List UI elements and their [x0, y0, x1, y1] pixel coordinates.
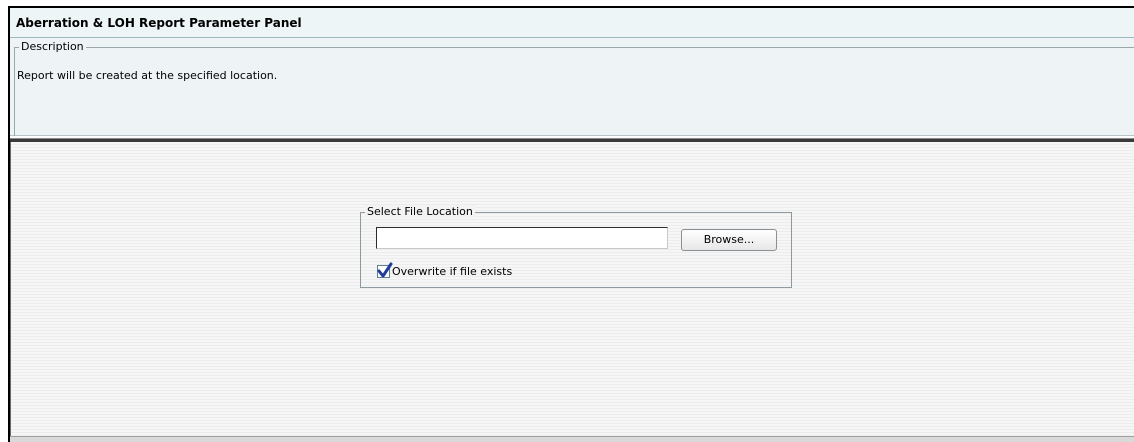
overwrite-label[interactable]: Overwrite if file exists	[392, 265, 512, 278]
check-icon	[377, 262, 393, 277]
select-file-location-group: Select File Location Browse... Overwrite…	[360, 205, 792, 288]
overwrite-checkbox[interactable]	[377, 262, 393, 278]
browse-button[interactable]: Browse...	[681, 229, 777, 251]
description-legend: Description	[19, 40, 86, 53]
report-parameter-window: Aberration & LOH Report Parameter Panel …	[0, 0, 1134, 442]
description-group: Description Report will be created at th…	[14, 40, 1134, 136]
panel-title: Aberration & LOH Report Parameter Panel	[16, 16, 302, 30]
overwrite-option[interactable]: Overwrite if file exists	[377, 262, 512, 280]
select-file-location-legend: Select File Location	[365, 205, 475, 218]
panel-title-bar: Aberration & LOH Report Parameter Panel	[10, 8, 1134, 38]
file-path-input[interactable]	[376, 227, 668, 249]
description-text: Report will be created at the specified …	[17, 69, 278, 82]
parameter-content-area	[10, 142, 1134, 436]
window-bottom-border	[10, 436, 1134, 442]
description-area: Description Report will be created at th…	[10, 38, 1134, 136]
